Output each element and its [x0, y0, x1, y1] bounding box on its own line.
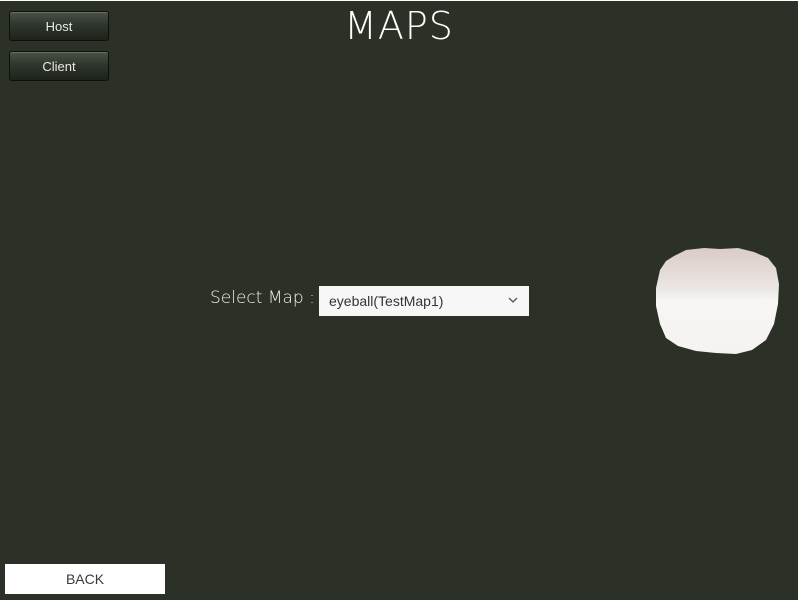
map-dropdown-value: eyeball(TestMap1)	[329, 293, 444, 309]
back-button[interactable]: BACK	[5, 564, 165, 594]
page-title: MAPS	[344, 4, 454, 48]
map-preview-image	[656, 248, 779, 354]
select-map-label: Select Map :	[210, 288, 315, 308]
map-dropdown[interactable]: eyeball(TestMap1)	[319, 286, 529, 316]
client-button[interactable]: Client	[9, 51, 109, 81]
chevron-down-icon	[508, 297, 518, 303]
top-border	[0, 0, 798, 1]
